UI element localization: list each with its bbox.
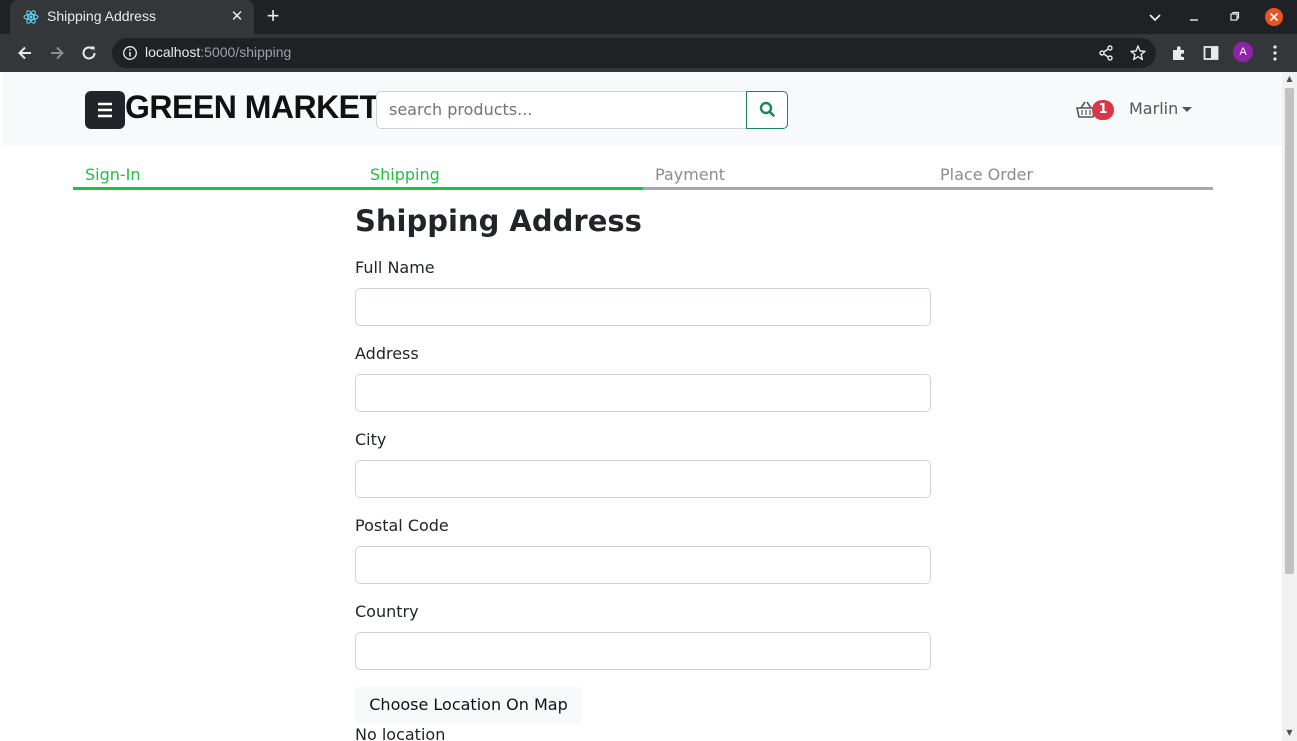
scrollbar-thumb[interactable] xyxy=(1285,88,1294,574)
field-label: Address xyxy=(355,344,419,363)
page-scrollbar[interactable]: ▲ ▼ xyxy=(1282,72,1297,741)
city-input[interactable] xyxy=(355,460,931,498)
cart-count-badge: 1 xyxy=(1092,100,1114,120)
tab-close-icon[interactable]: ✕ xyxy=(228,7,246,25)
user-name: Marlin xyxy=(1129,99,1179,118)
side-panel-icon[interactable] xyxy=(1202,44,1220,62)
window-close-icon[interactable] xyxy=(1265,8,1283,26)
step-payment: Payment xyxy=(643,162,928,190)
forward-arrow-icon[interactable] xyxy=(47,43,67,63)
step-shipping: Shipping xyxy=(358,162,643,190)
minimize-icon[interactable] xyxy=(1185,8,1203,26)
browser-menu-icon[interactable] xyxy=(1266,43,1284,63)
site-navbar: GREEN MARKET search products... 1 Marlin xyxy=(3,72,1282,146)
search-placeholder: search products... xyxy=(389,100,533,119)
full-name-input[interactable] xyxy=(355,288,931,326)
brand-logo[interactable]: GREEN MARKET xyxy=(125,89,379,126)
search-icon xyxy=(759,101,775,117)
postal-code-input[interactable] xyxy=(355,546,931,584)
step-sign-in: Sign-In xyxy=(73,162,358,190)
url-path: :5000/shipping xyxy=(200,44,292,60)
reload-icon[interactable] xyxy=(79,43,99,63)
step-progress-line xyxy=(358,187,643,190)
react-icon xyxy=(23,10,39,24)
field-label: Full Name xyxy=(355,258,435,277)
restore-icon[interactable] xyxy=(1225,8,1243,26)
address-input[interactable] xyxy=(355,374,931,412)
hamburger-icon xyxy=(98,102,112,118)
page-viewport: GREEN MARKET search products... 1 Marlin… xyxy=(3,72,1282,741)
tab-title: Shipping Address xyxy=(47,8,156,24)
step-label: Shipping xyxy=(370,165,440,184)
country-input[interactable] xyxy=(355,632,931,670)
url-host: localhost xyxy=(145,44,201,60)
share-icon[interactable] xyxy=(1097,44,1115,62)
step-progress-line xyxy=(928,187,1213,190)
bookmark-star-icon[interactable] xyxy=(1129,44,1147,62)
choose-location-button[interactable]: Choose Location On Map xyxy=(355,686,582,724)
search-button[interactable] xyxy=(746,91,788,129)
back-arrow-icon[interactable] xyxy=(15,43,35,63)
profile-avatar[interactable]: A xyxy=(1233,42,1253,62)
step-label: Payment xyxy=(655,165,726,184)
url-text: localhost:5000/shipping xyxy=(145,44,291,60)
new-tab-icon[interactable]: + xyxy=(263,5,283,27)
checkout-steps: Sign-In Shipping Payment Place Order xyxy=(73,162,1213,190)
step-label: Place Order xyxy=(940,165,1034,184)
step-progress-line xyxy=(643,187,928,190)
tab-search-icon[interactable] xyxy=(1146,8,1164,26)
address-bar[interactable]: localhost:5000/shipping xyxy=(112,38,1156,68)
chevron-down-icon xyxy=(1182,107,1193,112)
scroll-down-arrow-icon[interactable]: ▼ xyxy=(1285,729,1294,737)
page-title: Shipping Address xyxy=(355,204,642,238)
info-icon[interactable] xyxy=(122,45,138,61)
browser-tab[interactable]: Shipping Address ✕ xyxy=(10,0,254,34)
field-label: Country xyxy=(355,602,419,621)
search-input[interactable]: search products... xyxy=(376,91,747,129)
field-label: City xyxy=(355,430,387,449)
step-label: Sign-In xyxy=(85,165,141,184)
step-place-order: Place Order xyxy=(928,162,1213,190)
browser-toolbar: localhost:5000/shipping A xyxy=(0,34,1297,72)
extensions-puzzle-icon[interactable] xyxy=(1170,44,1188,62)
field-label: Postal Code xyxy=(355,516,449,535)
browser-tab-bar: Shipping Address ✕ + xyxy=(0,0,1297,34)
user-dropdown[interactable]: Marlin xyxy=(1129,99,1193,118)
location-status: No location xyxy=(355,725,446,741)
sidebar-toggle-button[interactable] xyxy=(85,91,125,129)
step-progress-line xyxy=(73,187,358,190)
scroll-up-arrow-icon[interactable]: ▲ xyxy=(1285,75,1294,83)
